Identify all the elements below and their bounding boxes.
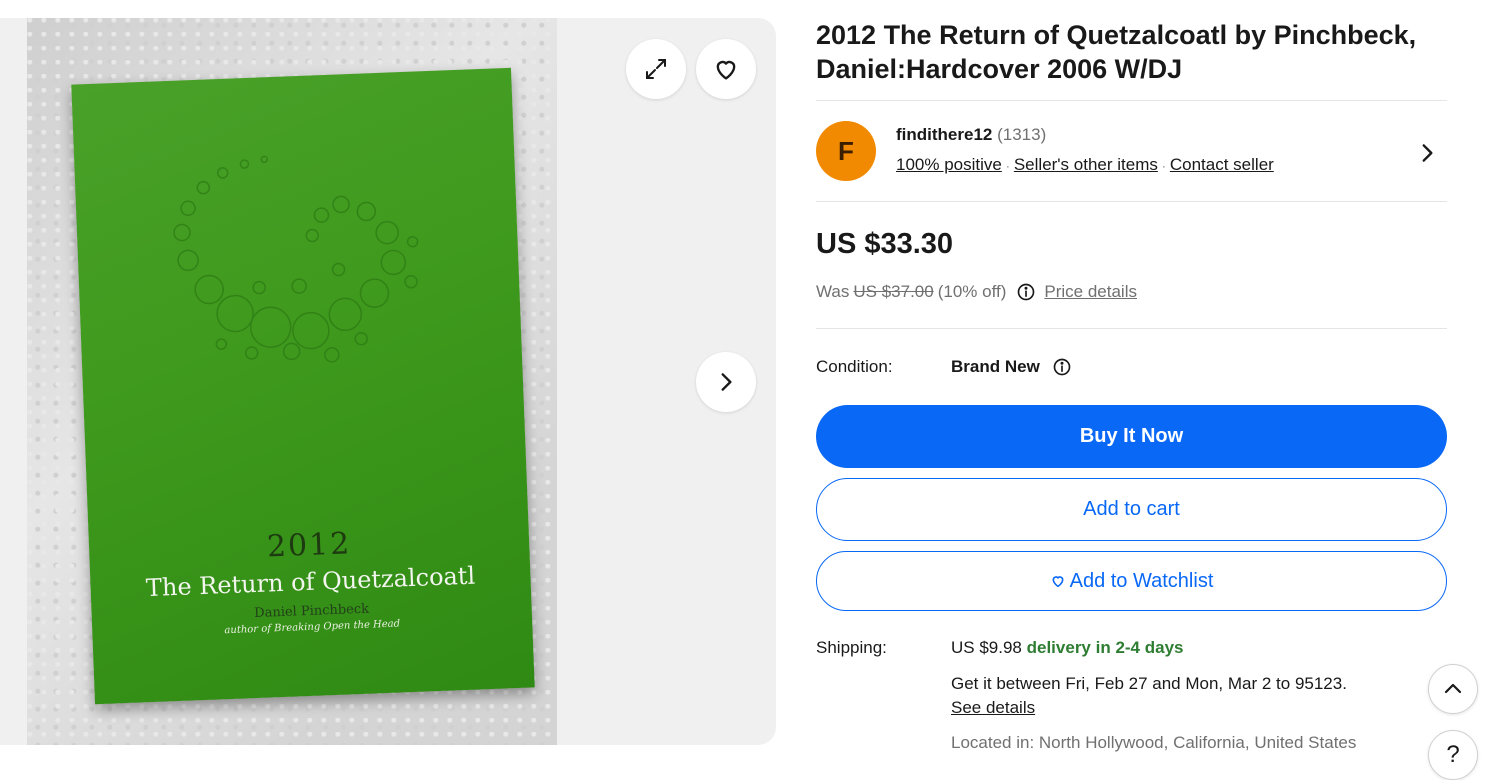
scroll-to-top-button[interactable]: [1428, 664, 1478, 714]
feedback-count: (1313): [997, 125, 1047, 144]
info-icon[interactable]: [1052, 357, 1072, 377]
condition-value-row: Brand New: [951, 357, 1072, 377]
chevron-up-icon: [1444, 683, 1462, 694]
current-price: US $33.30: [816, 228, 954, 260]
expand-image-button[interactable]: [626, 39, 686, 99]
next-image-button[interactable]: [696, 352, 756, 412]
chevron-right-icon: [721, 373, 732, 391]
was-label: Was: [816, 282, 850, 301]
condition-label: Condition:: [816, 357, 893, 376]
seller-links: 100% positive · Seller's other items · Conta…: [896, 155, 1274, 175]
divider: [816, 201, 1447, 202]
divider: [816, 100, 1447, 101]
delivery-time: delivery in 2-4 days: [1026, 638, 1184, 657]
buy-it-now-button[interactable]: Buy It Now: [816, 405, 1447, 468]
shipping-label: Shipping:: [816, 638, 887, 657]
expand-icon: [646, 59, 666, 79]
positive-feedback-link[interactable]: 100% positive: [896, 155, 1002, 174]
add-to-cart-button[interactable]: Add to cart: [816, 478, 1447, 541]
price-details-link[interactable]: Price details: [1044, 282, 1137, 302]
separator-dot: ·: [1161, 159, 1166, 173]
item-location: Located in: North Hollywood, California,…: [951, 733, 1357, 752]
see-details-link[interactable]: See details: [951, 698, 1035, 718]
cover-circle-art: [173, 155, 419, 363]
discount: (10% off): [937, 282, 1007, 301]
divider: [816, 328, 1447, 329]
seller-name-row: findithere12 (1313): [896, 125, 1046, 145]
separator-dot: ·: [1005, 159, 1010, 173]
other-items-link[interactable]: Seller's other items: [1014, 155, 1158, 174]
contact-seller-link[interactable]: Contact seller: [1170, 155, 1274, 174]
image-gallery: 2012 The Return of Quetzalcoatl Daniel P…: [0, 18, 776, 745]
shipping-cost: US $9.98: [951, 638, 1022, 657]
delivery-estimate: Get it between Fri, Feb 27 and Mon, Mar …: [951, 674, 1347, 693]
product-photo[interactable]: 2012 The Return of Quetzalcoatl Daniel P…: [27, 18, 557, 745]
help-button[interactable]: ?: [1428, 730, 1478, 780]
add-to-watchlist-button[interactable]: Add to Watchlist: [816, 551, 1447, 611]
heart-icon: [1052, 576, 1064, 588]
chevron-right-icon[interactable]: [1414, 140, 1440, 166]
book-cover: 2012 The Return of Quetzalcoatl Daniel P…: [71, 67, 535, 705]
watchlist-label: Add to Watchlist: [1069, 569, 1214, 592]
was-price-row: Was US $37.00 (10% off) Price details: [816, 282, 1137, 302]
heart-icon: [716, 60, 736, 80]
listing-title: 2012 The Return of Quetzalcoatl by Pinch…: [816, 20, 1417, 84]
info-icon[interactable]: [1016, 282, 1036, 302]
favorite-button[interactable]: [696, 39, 756, 99]
shipping-cost-row: US $9.98 delivery in 2-4 days: [951, 638, 1184, 658]
avatar[interactable]: F: [816, 121, 876, 181]
seller-name[interactable]: findithere12: [896, 125, 992, 144]
condition-value: Brand New: [951, 357, 1040, 376]
was-price: US $37.00: [853, 282, 934, 301]
